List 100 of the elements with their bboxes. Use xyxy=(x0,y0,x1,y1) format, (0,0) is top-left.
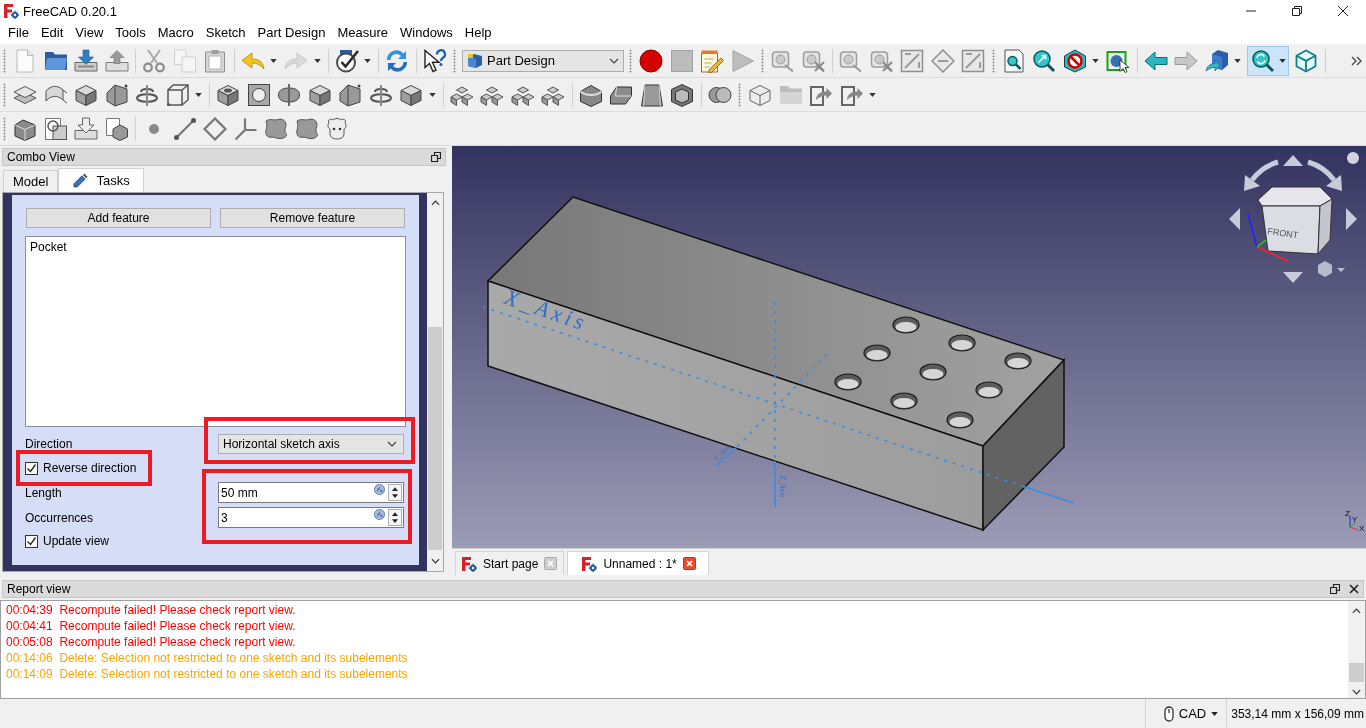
tray-down-arrow-icon[interactable] xyxy=(74,116,99,141)
document-tab[interactable]: Start page xyxy=(455,551,565,575)
spin-down-icon[interactable] xyxy=(392,519,398,524)
menu-item[interactable]: Measure xyxy=(331,22,395,44)
checkbox[interactable] xyxy=(25,534,38,548)
blob-icon[interactable] xyxy=(264,116,289,141)
plate-hole-icon[interactable] xyxy=(246,82,271,107)
rounded-block-icon[interactable] xyxy=(578,82,603,107)
checkbox-label[interactable]: Update view xyxy=(43,534,110,548)
hole[interactable] xyxy=(946,411,974,429)
chevron-double-icon[interactable] xyxy=(1351,55,1362,66)
scrollbar-thumb[interactable] xyxy=(428,327,442,550)
arrow-up-icon[interactable] xyxy=(1283,155,1303,166)
hole[interactable] xyxy=(834,373,862,391)
wireframe-cube-icon[interactable] xyxy=(165,82,190,107)
close-icon[interactable] xyxy=(1349,584,1359,594)
menu-item[interactable]: Windows xyxy=(394,22,459,44)
wedge-icon[interactable] xyxy=(338,82,363,107)
tapered-block-icon[interactable] xyxy=(639,82,664,107)
cube-page-icon[interactable] xyxy=(104,116,129,141)
cube-icon[interactable] xyxy=(399,82,424,107)
menu-item[interactable]: Help xyxy=(458,22,498,44)
menu-item[interactable]: Part Design xyxy=(251,22,332,44)
hole[interactable] xyxy=(892,316,920,334)
hollow-box-icon[interactable] xyxy=(670,82,695,107)
hole[interactable] xyxy=(919,363,947,381)
menu-item[interactable]: File xyxy=(2,22,35,44)
tray-up-arrow-icon[interactable] xyxy=(104,48,129,73)
menu-item[interactable]: Macro xyxy=(151,22,200,44)
menu-item[interactable]: Edit xyxy=(34,22,70,44)
wedge-icon[interactable] xyxy=(104,82,129,107)
hole[interactable] xyxy=(975,381,1003,399)
scrollbar-thumb[interactable] xyxy=(1349,663,1364,682)
spin-down-icon[interactable] xyxy=(392,494,398,499)
hole[interactable] xyxy=(863,344,891,362)
direction-dropdown[interactable]: Horizontal sketch axis xyxy=(218,434,404,454)
block-model[interactable] xyxy=(486,196,1066,532)
spiral-icon[interactable] xyxy=(368,82,393,107)
tab[interactable]: Tasks xyxy=(58,168,144,192)
scroll-down-icon[interactable] xyxy=(430,558,440,564)
caret-icon[interactable] xyxy=(364,58,371,63)
scissors-icon[interactable] xyxy=(142,48,167,73)
no-entry-hexagon-icon[interactable] xyxy=(1062,48,1087,73)
spin-up-icon[interactable] xyxy=(392,511,398,516)
checkbox[interactable] xyxy=(25,461,38,475)
caret-icon[interactable] xyxy=(1279,58,1286,63)
push-button[interactable]: Remove feature xyxy=(220,208,405,228)
menu-item[interactable]: Sketch xyxy=(199,22,252,44)
scroll-up-icon[interactable] xyxy=(1352,608,1361,614)
hole[interactable] xyxy=(948,334,976,352)
workbench-dropdown[interactable]: Part Design xyxy=(462,49,624,72)
back-arrow-icon[interactable] xyxy=(1143,48,1168,73)
caret-icon[interactable] xyxy=(195,92,202,97)
scrollbar[interactable] xyxy=(1348,601,1365,698)
caret-icon[interactable] xyxy=(270,58,277,63)
arrow-down-icon[interactable] xyxy=(1283,272,1303,283)
frame-measure-icon[interactable] xyxy=(961,48,986,73)
magnifier-arrow-icon[interactable] xyxy=(1032,48,1057,73)
restore-icon[interactable] xyxy=(1292,6,1302,16)
close-icon[interactable] xyxy=(1338,6,1348,16)
arrow-right-icon[interactable] xyxy=(1346,208,1357,230)
menu-item[interactable]: View xyxy=(69,22,110,44)
menu-item[interactable]: Tools xyxy=(109,22,152,44)
number-field[interactable]: 3 xyxy=(218,507,404,528)
sync-view-button[interactable] xyxy=(1247,45,1289,76)
tab[interactable]: Model xyxy=(3,170,59,192)
caret-icon[interactable] xyxy=(869,92,876,97)
push-button[interactable]: Add feature xyxy=(26,208,211,228)
caret-icon[interactable] xyxy=(428,92,436,97)
cube-icon[interactable] xyxy=(307,82,332,107)
blob-icon[interactable] xyxy=(294,116,319,141)
cube-menu-icon[interactable] xyxy=(1318,261,1345,277)
navigation-cube[interactable]: FRONT xyxy=(1247,186,1333,262)
cursor-question-icon[interactable] xyxy=(422,48,447,73)
tape-cross-icon[interactable] xyxy=(801,48,826,73)
box-cursor-icon[interactable] xyxy=(1106,48,1131,73)
notepad-pencil-icon[interactable] xyxy=(700,48,725,73)
formula-icon[interactable] xyxy=(374,509,385,520)
caret-icon[interactable] xyxy=(313,58,321,63)
number-field[interactable]: 50 mm xyxy=(218,482,404,503)
dot-icon[interactable] xyxy=(1347,152,1359,164)
hole[interactable] xyxy=(890,392,918,410)
outlined-cube-icon[interactable] xyxy=(748,82,773,107)
spin-up-icon[interactable] xyxy=(392,486,398,491)
checkmark-icon[interactable] xyxy=(334,48,359,73)
hollow-cube-icon[interactable] xyxy=(216,82,241,107)
isometric-cube-icon[interactable] xyxy=(1294,48,1319,73)
line-icon[interactable] xyxy=(172,116,197,141)
document-tab[interactable]: Unnamed : 1* xyxy=(567,551,709,575)
frame-measure-icon[interactable] xyxy=(900,48,925,73)
hole[interactable] xyxy=(1004,352,1032,370)
cube-arrow-icon[interactable] xyxy=(1204,48,1229,73)
sketch-page-icon[interactable] xyxy=(43,116,68,141)
sheep-icon[interactable] xyxy=(325,116,350,141)
cube-icon[interactable] xyxy=(74,82,99,107)
spiral-icon[interactable] xyxy=(135,82,160,107)
axes-icon[interactable] xyxy=(233,116,258,141)
rotate-left-arrow-icon[interactable] xyxy=(1244,159,1279,191)
diamond-measure-icon[interactable] xyxy=(930,48,955,73)
formula-icon[interactable] xyxy=(374,484,385,495)
